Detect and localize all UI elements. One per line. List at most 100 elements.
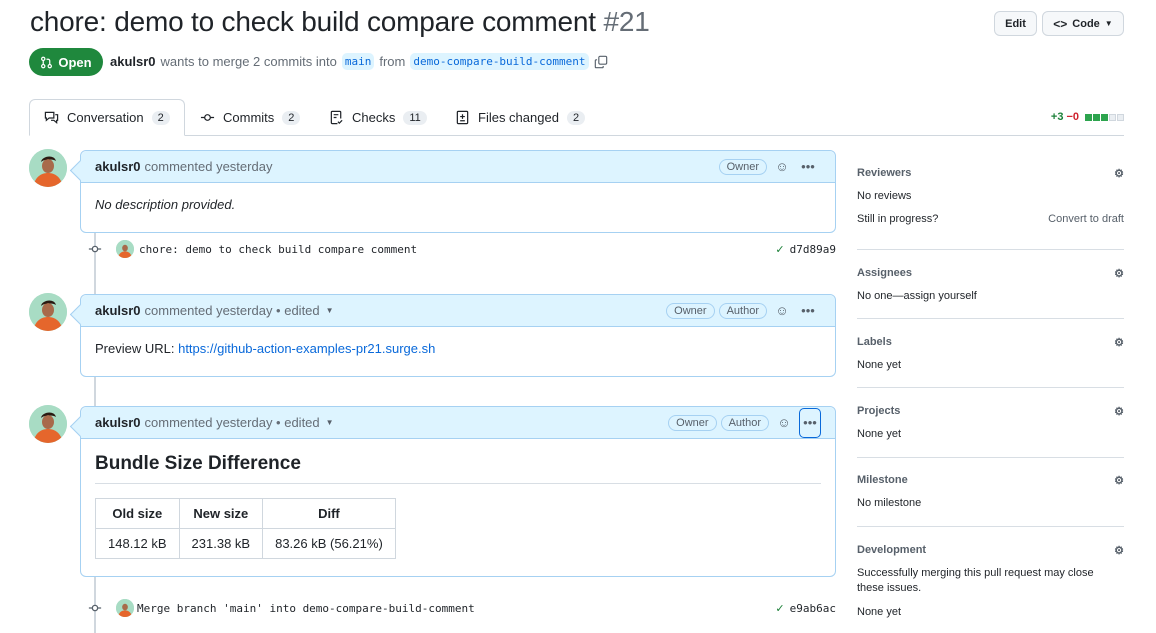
- sidebar-milestone: Milestone ⚙ No milestone: [857, 471, 1124, 527]
- table-cell: 83.26 kB (56.21%): [262, 528, 396, 559]
- file-diff-icon: [456, 110, 469, 125]
- gear-icon[interactable]: ⚙: [1114, 544, 1124, 557]
- assign-yourself-link[interactable]: No one—assign yourself: [857, 289, 1124, 304]
- bundle-size-table: Old size New size Diff 148.12 kB 231.38 …: [95, 498, 396, 559]
- diffstat-block-added: [1085, 113, 1092, 121]
- merge-text: wants to merge 2 commits into: [160, 54, 337, 69]
- preview-label: Preview URL:: [95, 341, 175, 356]
- diffstat-blocks: [1084, 113, 1124, 121]
- comment-header: akulsr0 commented yesterday • edited ▼ O…: [81, 407, 835, 439]
- commit-avatar[interactable]: [116, 599, 134, 617]
- tab-count: 2: [566, 110, 586, 125]
- git-commit-icon: [88, 601, 102, 615]
- comment-header: akulsr0 commented yesterday Owner ☺ •••: [81, 151, 835, 183]
- pr-meta: akulsr0 wants to merge 2 commits into ma…: [110, 53, 608, 70]
- avatar[interactable]: [29, 149, 67, 187]
- gear-icon[interactable]: ⚙: [1114, 474, 1124, 487]
- author-badge: Author: [718, 302, 767, 319]
- table-cell: 231.38 kB: [178, 528, 264, 559]
- edit-label: Edit: [1005, 17, 1026, 30]
- section-value: None yet: [857, 606, 902, 618]
- caret-down-icon[interactable]: ▼: [326, 306, 334, 315]
- gear-icon[interactable]: ⚙: [1114, 167, 1124, 180]
- avatar[interactable]: [29, 405, 67, 443]
- sidebar-reviewers: Reviewers ⚙ No reviews Still in progress?…: [857, 164, 1124, 250]
- table-row: 148.12 kB 231.38 kB 83.26 kB (56.21%): [95, 528, 396, 559]
- smiley-icon[interactable]: ☺: [771, 300, 793, 322]
- author-link[interactable]: akulsr0: [110, 54, 156, 69]
- state-badge: Open: [29, 48, 103, 76]
- table-header: Old size: [95, 498, 180, 529]
- author-badge: Author: [720, 414, 769, 431]
- tab-label: Commits: [223, 110, 275, 125]
- preview-url-link[interactable]: https://github-action-examples-pr21.surg…: [178, 341, 435, 356]
- code-icon: <>: [1053, 16, 1068, 31]
- pr-number: #21: [603, 6, 650, 37]
- pr-title: chore: demo to check build compare comme…: [30, 6, 596, 37]
- comment-author[interactable]: akulsr0: [95, 303, 141, 318]
- git-commit-icon: [88, 242, 102, 256]
- commit-row: Merge branch 'main' into demo-compare-bu…: [88, 598, 836, 618]
- edit-button[interactable]: Edit: [994, 11, 1037, 36]
- sidebar-projects: Projects ⚙ None yet: [857, 402, 1124, 458]
- gear-icon[interactable]: ⚙: [1114, 336, 1124, 349]
- diffstat-block-added: [1093, 113, 1100, 121]
- tab-label: Checks: [352, 110, 396, 125]
- tab-checks[interactable]: Checks 11: [329, 99, 427, 136]
- tab-count: 2: [151, 110, 170, 125]
- section-value: No reviews: [857, 190, 912, 202]
- base-branch[interactable]: main: [341, 53, 375, 70]
- comment-author[interactable]: akulsr0: [95, 415, 141, 430]
- code-button[interactable]: <> Code ▼: [1042, 11, 1124, 36]
- git-pull-request-icon: [41, 56, 53, 68]
- head-branch[interactable]: demo-compare-build-comment: [410, 53, 589, 70]
- smiley-icon[interactable]: ☺: [771, 156, 793, 178]
- owner-badge: Owner: [666, 302, 715, 319]
- commit-message[interactable]: chore: demo to check build compare comme…: [139, 243, 417, 256]
- comment-card: akulsr0 commented yesterday Owner ☺ ••• …: [80, 150, 836, 233]
- commit-sha[interactable]: d7d89a9: [790, 243, 836, 256]
- progress-question: Still in progress?: [857, 213, 939, 225]
- comment-card: akulsr0 commented yesterday • edited ▼ O…: [80, 294, 836, 377]
- section-title[interactable]: Projects: [857, 405, 900, 417]
- table-cell: 148.12 kB: [95, 528, 180, 559]
- convert-to-draft-link[interactable]: Convert to draft: [1048, 212, 1124, 227]
- state-label: Open: [58, 54, 92, 70]
- tab-commits[interactable]: Commits 2: [200, 99, 301, 136]
- section-title[interactable]: Development: [857, 544, 926, 556]
- section-value: None yet: [857, 428, 902, 440]
- section-title[interactable]: Reviewers: [857, 167, 911, 179]
- table-header: Diff: [262, 498, 396, 529]
- caret-down-icon: ▼: [1104, 19, 1113, 28]
- checklist-icon: [330, 110, 343, 125]
- kebab-horizontal-icon[interactable]: •••: [797, 156, 819, 178]
- gear-icon[interactable]: ⚙: [1114, 267, 1124, 280]
- tab-conversation[interactable]: Conversation 2: [29, 99, 185, 136]
- commit-avatar[interactable]: [116, 240, 134, 258]
- comment-author[interactable]: akulsr0: [95, 159, 141, 174]
- comment-meta[interactable]: commented yesterday • edited: [145, 303, 320, 318]
- diffstat-block-neutral: [1117, 113, 1124, 121]
- tab-label: Conversation: [67, 110, 144, 125]
- tab-count: 2: [282, 110, 301, 125]
- kebab-horizontal-icon[interactable]: •••: [797, 300, 819, 322]
- kebab-horizontal-icon[interactable]: •••: [799, 407, 821, 438]
- avatar[interactable]: [29, 293, 67, 331]
- comment-discussion-icon: [44, 111, 59, 124]
- smiley-icon[interactable]: ☺: [773, 412, 795, 434]
- section-title[interactable]: Assignees: [857, 267, 912, 279]
- check-icon: ✓: [775, 243, 785, 256]
- commit-sha[interactable]: e9ab6ac: [790, 602, 836, 615]
- comment-meta[interactable]: commented yesterday • edited: [145, 415, 320, 430]
- sidebar-development: Development ⚙ Successfully merging this p…: [857, 541, 1124, 633]
- copy-icon[interactable]: [594, 55, 608, 69]
- gear-icon[interactable]: ⚙: [1114, 405, 1124, 418]
- pr-tabs: Conversation 2 Commits 2 Checks 11 Files…: [29, 99, 1124, 136]
- tab-count: 11: [403, 110, 427, 125]
- caret-down-icon[interactable]: ▼: [326, 418, 334, 427]
- section-title[interactable]: Labels: [857, 336, 892, 348]
- section-title[interactable]: Milestone: [857, 474, 908, 486]
- comment-body: No description provided.: [95, 197, 236, 212]
- commit-message[interactable]: Merge branch 'main' into demo-compare-bu…: [137, 602, 475, 615]
- tab-files-changed[interactable]: Files changed 2: [455, 99, 586, 136]
